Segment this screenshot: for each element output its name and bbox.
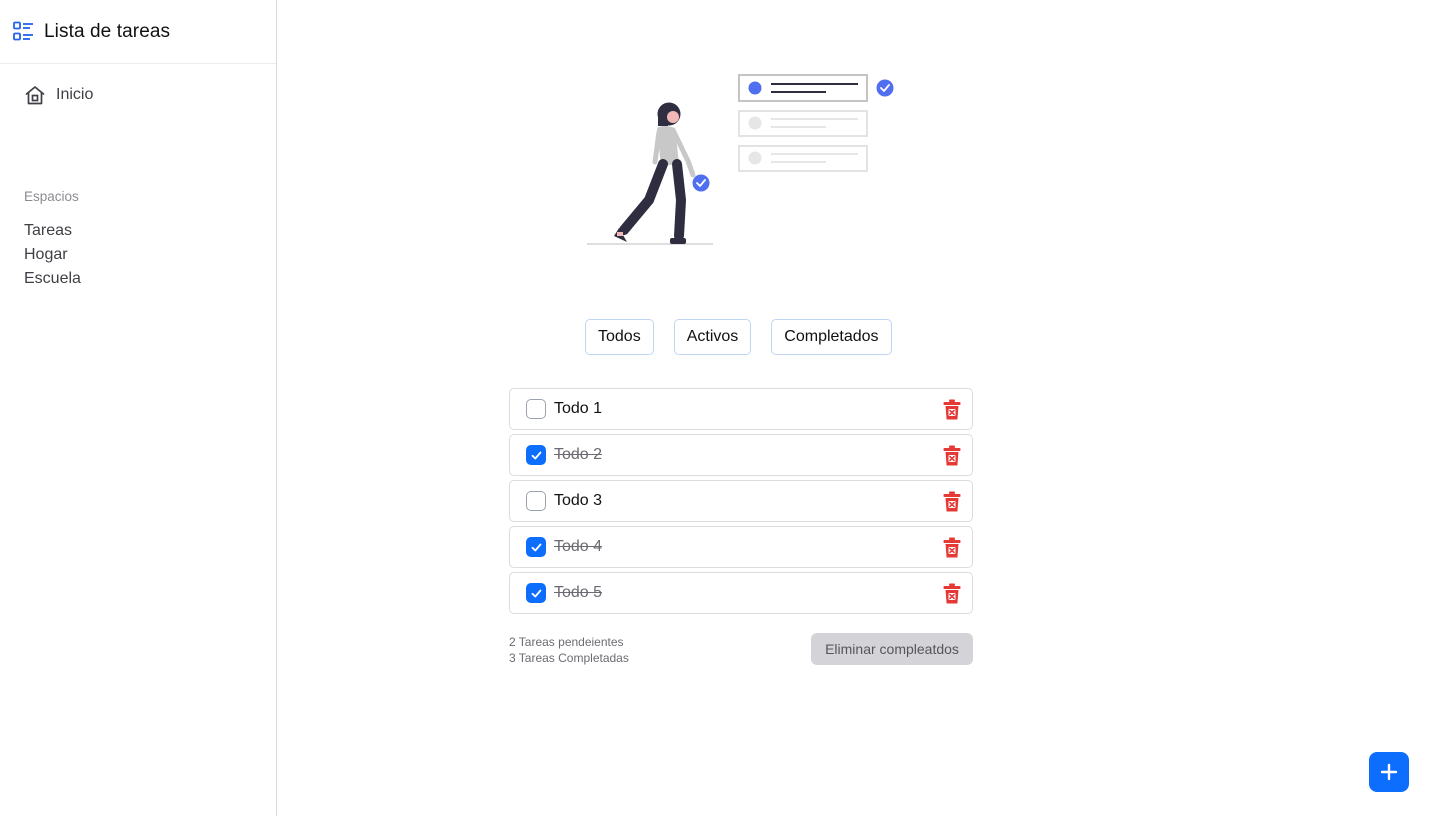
delete-todo-button[interactable] (942, 399, 962, 421)
check-icon (531, 451, 541, 459)
todo-checkbox[interactable] (526, 491, 546, 511)
sidebar-item-home[interactable]: Inicio (24, 84, 93, 106)
sidebar-item-label: Inicio (56, 86, 94, 103)
app-title: Lista de tareas (44, 20, 171, 42)
checklist-icon (13, 21, 33, 41)
todo-item: Todo 2 (509, 434, 973, 476)
delete-todo-button[interactable] (942, 537, 962, 559)
check-icon (531, 589, 541, 597)
sidebar: Lista de tareas Inicio Espacios Tareas H… (0, 0, 277, 816)
todo-illustration (587, 74, 894, 245)
check-icon (531, 543, 541, 551)
plus-icon (1380, 763, 1398, 781)
brand-header: Lista de tareas (0, 0, 276, 64)
home-icon (25, 86, 45, 105)
filter-all-button[interactable]: Todos (585, 319, 654, 355)
todo-text: Todo 5 (554, 584, 603, 601)
todo-checkbox[interactable] (526, 537, 546, 557)
pending-count: 2 Tareas pendeientes (509, 635, 624, 649)
task-stats: 2 Tareas pendeientes 3 Tareas Completada… (509, 634, 629, 666)
delete-todo-button[interactable] (942, 583, 962, 605)
clear-completed-button[interactable]: Eliminar compleatdos (811, 633, 973, 665)
delete-todo-button[interactable] (942, 491, 962, 513)
todo-text: Todo 4 (554, 538, 603, 555)
completed-count: 3 Tareas Completadas (509, 651, 629, 665)
todo-text: Todo 1 (554, 400, 603, 417)
filter-active-button[interactable]: Activos (673, 319, 752, 355)
spaces-list: Tareas Hogar Escuela (24, 221, 81, 293)
trash-icon (943, 491, 961, 512)
add-task-button[interactable] (1369, 752, 1409, 792)
filter-completed-button[interactable]: Completados (771, 319, 892, 355)
todo-text: Todo 2 (554, 446, 603, 463)
sidebar-item-hogar[interactable]: Hogar (24, 245, 81, 269)
todo-item: Todo 1 (509, 388, 973, 430)
delete-todo-button[interactable] (942, 445, 962, 467)
spaces-section-title: Espacios (24, 189, 79, 204)
todo-item: Todo 4 (509, 526, 973, 568)
todo-checkbox[interactable] (526, 399, 546, 419)
trash-icon (943, 583, 961, 604)
todo-checkbox[interactable] (526, 445, 546, 465)
filter-bar: Todos Activos Completados (585, 319, 892, 355)
sidebar-item-tareas[interactable]: Tareas (24, 221, 81, 245)
trash-icon (943, 399, 961, 420)
todo-item: Todo 3 (509, 480, 973, 522)
todo-checkbox[interactable] (526, 583, 546, 603)
todo-text: Todo 3 (554, 492, 603, 509)
todo-item: Todo 5 (509, 572, 973, 614)
todo-list: Todo 1 Todo 2 Todo 3 Todo 4 Todo 5 (509, 388, 973, 618)
sidebar-item-escuela[interactable]: Escuela (24, 269, 81, 293)
trash-icon (943, 537, 961, 558)
main-content: Todos Activos Completados Todo 1 Todo 2 To… (277, 0, 1440, 816)
trash-icon (943, 445, 961, 466)
